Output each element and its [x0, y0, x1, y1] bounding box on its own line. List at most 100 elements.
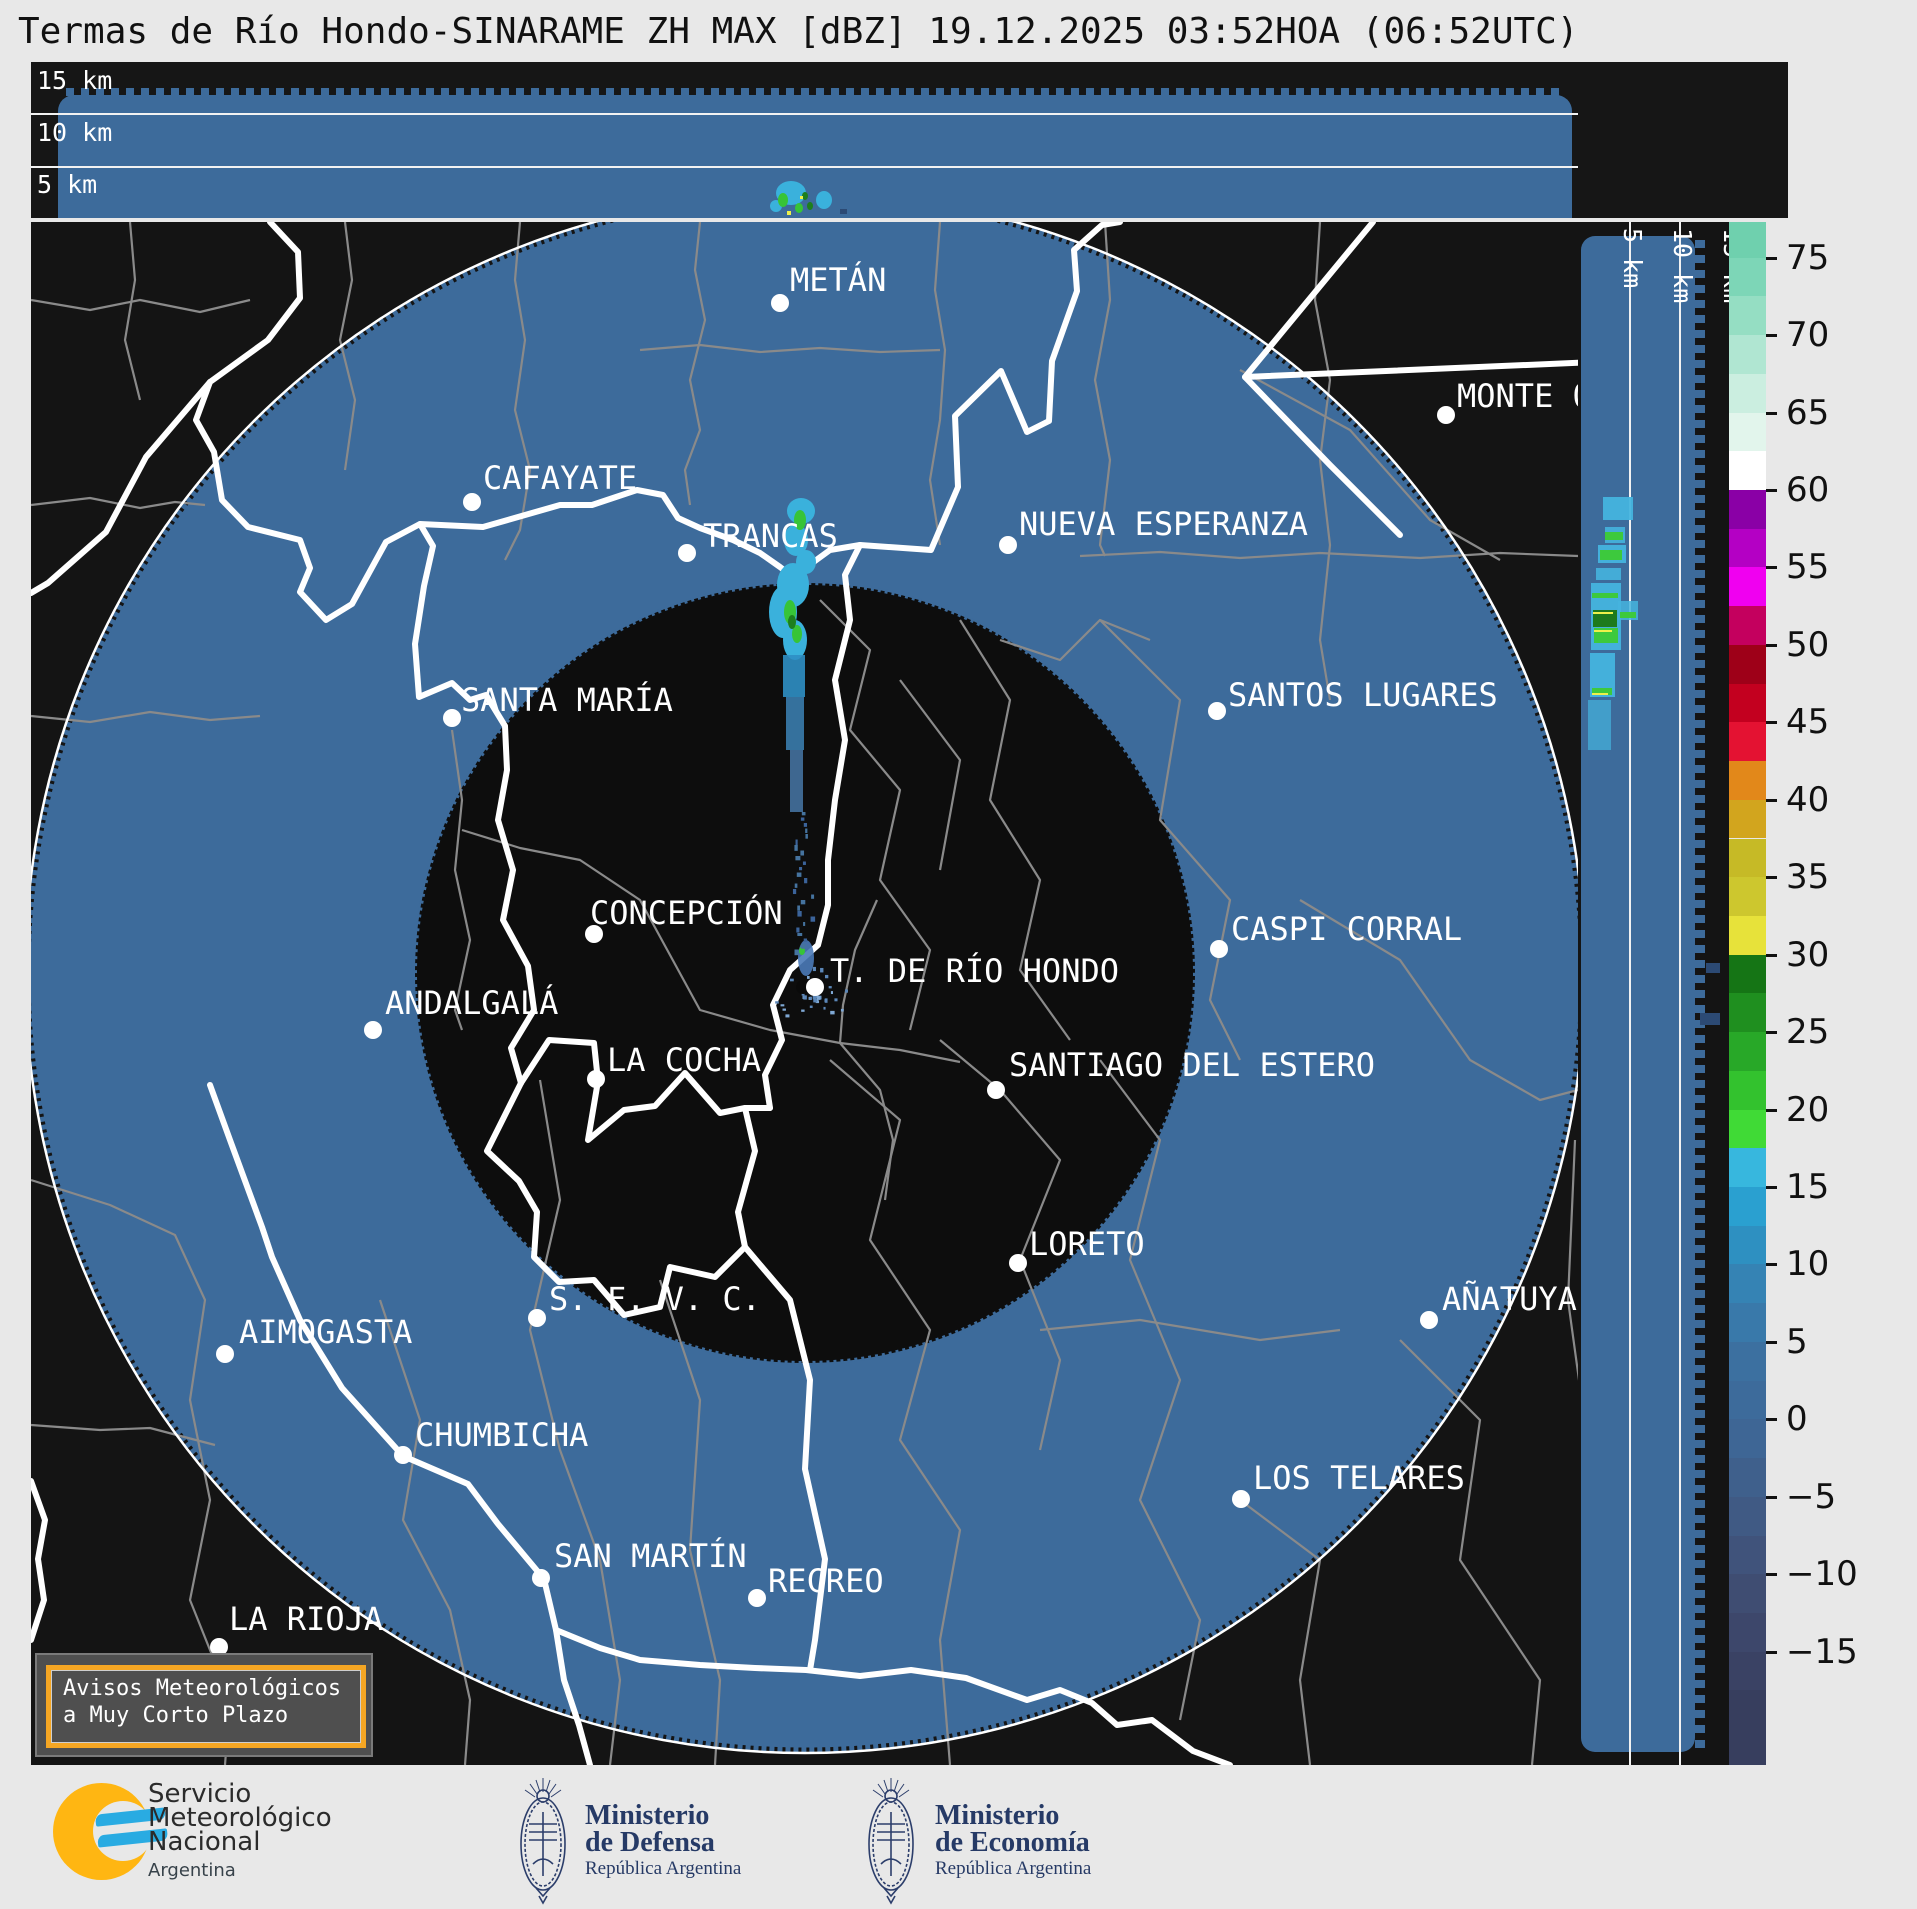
right-cross-section-echo — [1596, 568, 1621, 580]
city-dot — [771, 294, 789, 312]
colorbar-segment — [1729, 722, 1766, 762]
smn-line-3: Nacional — [148, 1827, 261, 1857]
footer: Servicio Meteorológico Nacional Argentin… — [0, 1770, 1917, 1909]
colorbar-segment — [1729, 1225, 1766, 1265]
city-label: CAFAYATE — [483, 459, 637, 497]
colorbar-label: 65 — [1786, 392, 1830, 433]
city-dot — [1210, 940, 1228, 958]
city-dot — [806, 978, 824, 996]
city-dot — [1232, 1490, 1250, 1508]
colorbar-segment — [1729, 1419, 1766, 1459]
ministry-defensa-line-2: de Defensa — [585, 1827, 715, 1858]
city-label: MONTE Q — [1457, 377, 1592, 415]
city-label: SAN MARTÍN — [554, 1537, 747, 1575]
right-cross-section-echo — [1603, 497, 1633, 520]
colorbar-label: 30 — [1786, 934, 1830, 975]
city-label: LA COCHA — [607, 1041, 761, 1079]
top-cross-section-echo — [800, 196, 803, 199]
city-dot — [528, 1309, 546, 1327]
smn-wordmark: Servicio Meteorológico Nacional Argentin… — [148, 1781, 332, 1883]
colorbar-tick — [1766, 1186, 1777, 1190]
city-label: RECREO — [768, 1562, 884, 1600]
city-label: TRANCAS — [703, 517, 838, 555]
top-cross-section-echo — [778, 193, 788, 207]
colorbar-tick — [1766, 256, 1777, 260]
colorbar-segment — [1729, 296, 1766, 336]
city-label: NUEVA ESPERANZA — [1019, 505, 1308, 543]
colorbar-segment — [1729, 528, 1766, 568]
colorbar-segment — [1729, 1613, 1766, 1652]
colorbar-tick — [1766, 953, 1777, 957]
colorbar-tick — [1766, 411, 1777, 415]
city-dot — [394, 1446, 412, 1464]
colorbar-segment — [1729, 1341, 1766, 1381]
ministry-defensa-line-1: Ministerio — [585, 1800, 710, 1831]
radar-echo — [788, 615, 796, 629]
alt-label-alt15: 15 km — [1718, 228, 1729, 303]
right-cross-section-echo — [1588, 700, 1611, 750]
colorbar-tick — [1766, 566, 1777, 570]
colorbar-segment — [1729, 761, 1766, 800]
colorbar-label: 5 — [1786, 1321, 1808, 1362]
city-dot — [1420, 1311, 1438, 1329]
colorbar-label: 60 — [1786, 469, 1830, 510]
colorbar-tick — [1766, 1263, 1777, 1267]
colorbar-label: 15 — [1786, 1167, 1830, 1208]
province-border — [31, 1478, 48, 1643]
notice-box: Avisos Meteorológicos a Muy Corto Plazo — [46, 1665, 366, 1748]
coat-of-arms-defensa-icon — [520, 1778, 566, 1905]
colorbar-label: 35 — [1786, 857, 1830, 898]
city-label: SANTOS LUGARES — [1228, 676, 1498, 714]
city-label: SANTIAGO DEL ESTERO — [1009, 1046, 1375, 1084]
colorbar-segment — [1729, 683, 1766, 723]
colorbar-segment — [1729, 1380, 1766, 1420]
department-border — [123, 222, 142, 401]
top-cross-section-echo — [787, 211, 791, 215]
colorbar-segment — [1729, 1690, 1766, 1765]
colorbar-tick — [1766, 1031, 1777, 1035]
city-dot — [987, 1081, 1005, 1099]
colorbar-label: 20 — [1786, 1089, 1830, 1130]
colorbar-tick — [1766, 1573, 1777, 1577]
colorbar-label: 0 — [1786, 1399, 1808, 1440]
colorbar-segment — [1729, 1458, 1766, 1497]
colorbar-segment — [1729, 915, 1766, 955]
colorbar-tick — [1766, 876, 1777, 880]
colorbar-label: 25 — [1786, 1012, 1830, 1053]
colorbar-segment — [1729, 799, 1766, 839]
colorbar-segment — [1729, 644, 1766, 684]
top-cross-section-echo — [840, 209, 847, 214]
right-cross-section-echo — [1700, 1013, 1720, 1025]
colorbar-label: 40 — [1786, 779, 1830, 820]
city-label: LOS TELARES — [1253, 1459, 1465, 1497]
radar-echo — [798, 940, 814, 976]
colorbar-segment — [1729, 993, 1766, 1033]
city-label: SANTA MARÍA — [461, 681, 673, 719]
city-dot — [1208, 702, 1226, 720]
province-border — [1242, 222, 1578, 380]
notice-line-1: Avisos Meteorológicos — [63, 1676, 342, 1701]
colorbar-label: 75 — [1786, 237, 1830, 278]
city-dot — [1009, 1254, 1027, 1272]
city-label: ANDALGALÁ — [385, 984, 558, 1022]
colorbar-segment — [1729, 954, 1766, 994]
colorbar-tick — [1766, 1418, 1777, 1422]
right-cross-section-echo — [1592, 593, 1618, 598]
city-dot — [364, 1021, 382, 1039]
colorbar-label: 50 — [1786, 624, 1830, 665]
colorbar-segment — [1729, 1187, 1766, 1226]
colorbar-segment — [1729, 1264, 1766, 1304]
colorbar-label: 55 — [1786, 547, 1830, 588]
city-label: LORETO — [1029, 1225, 1145, 1263]
top-cross-section-echoes — [770, 181, 847, 215]
radar-echo — [783, 655, 805, 697]
city-dot — [999, 536, 1017, 554]
colorbar-segment — [1729, 257, 1766, 297]
coat-of-arms-economia-icon — [868, 1778, 914, 1905]
city-dot — [463, 493, 481, 511]
colorbar-label: −15 — [1786, 1631, 1858, 1672]
top-cross-section-panel: 15 km 10 km 5 km — [31, 62, 1788, 218]
colorbar-segment — [1729, 1303, 1766, 1342]
colorbar-segment — [1729, 489, 1766, 529]
colorbar-segment — [1729, 1148, 1766, 1188]
